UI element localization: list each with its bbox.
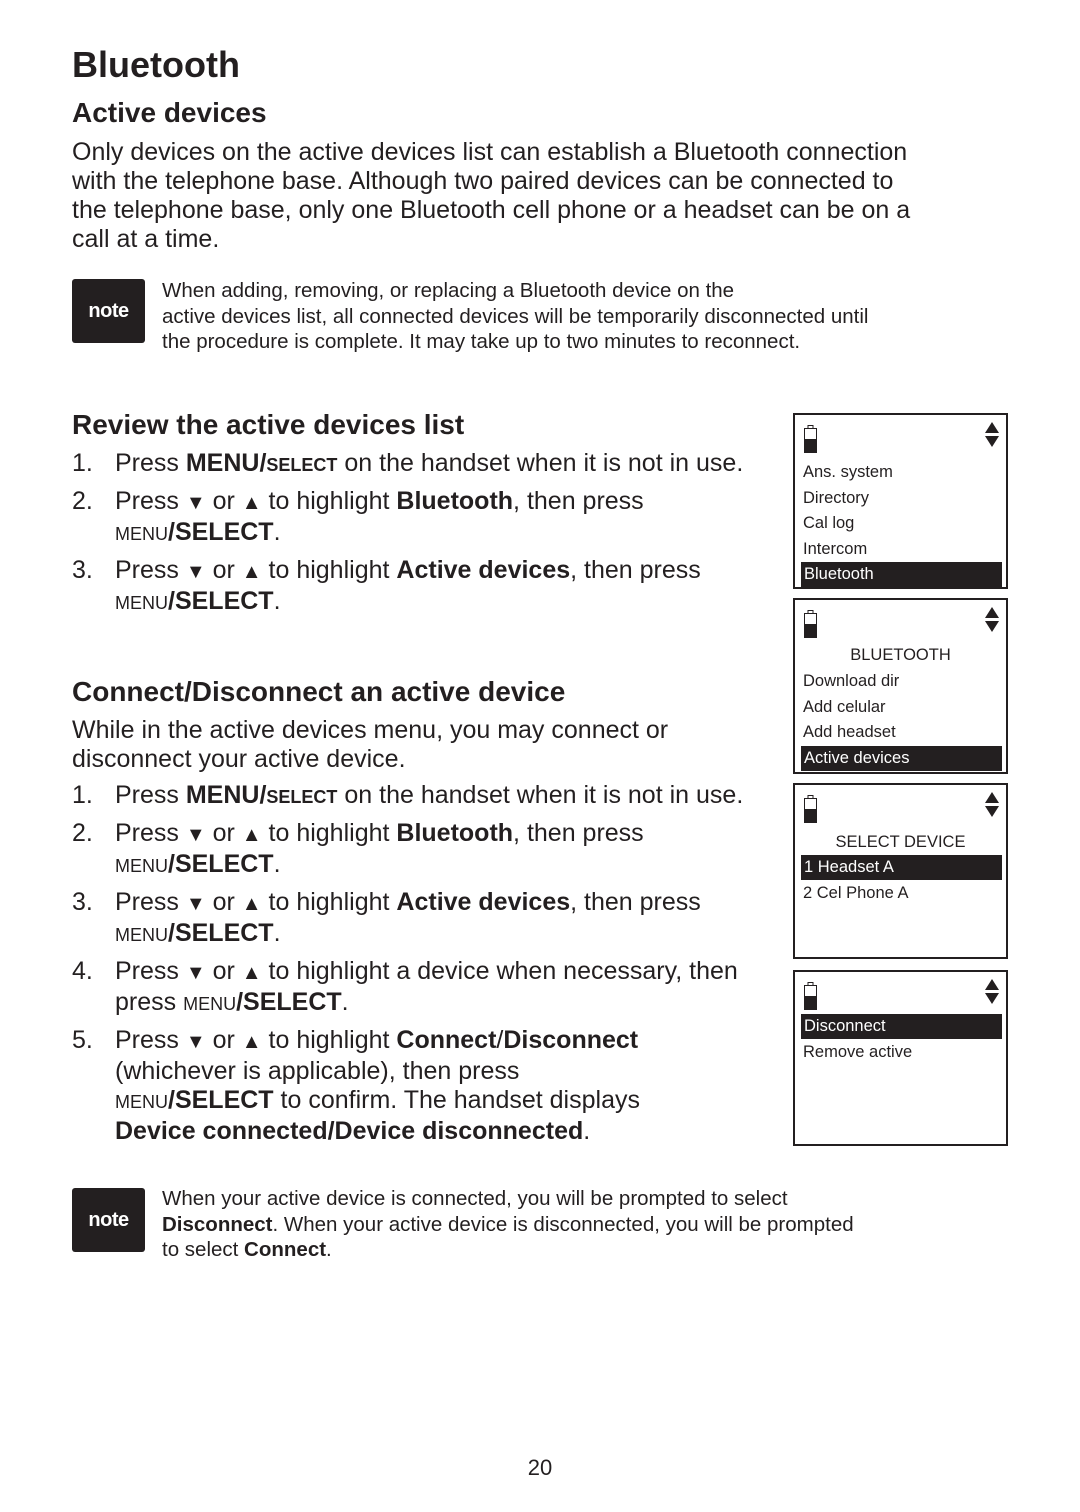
section-heading-review: Review the active devices list: [72, 409, 465, 440]
step-item: 1. Press MENU/SELECT on the handset when…: [72, 449, 762, 480]
step-number: 2.: [72, 487, 93, 515]
note-line: to select Connect.: [162, 1238, 332, 1261]
step-item: 2. Press ▼ or ▲ to highlight Bluetooth, …: [72, 819, 762, 881]
step-item: 1. Press MENU/SELECT on the handset when…: [72, 781, 762, 812]
step-number: 3.: [72, 888, 93, 916]
note-icon: note: [72, 279, 145, 343]
connect-steps: 1. Press MENU/SELECT on the handset when…: [72, 781, 762, 1153]
step-text: Press ▼ or ▲ to highlight Connect/Discon…: [115, 1026, 640, 1145]
scroll-updown-icon: [984, 606, 1000, 639]
menu-item-highlighted: Bluetooth: [801, 562, 1002, 587]
menu-item: Add headset: [803, 723, 896, 741]
menu-item: Directory: [803, 488, 870, 507]
body-line: the telephone base, only one Bluetooth c…: [72, 196, 911, 224]
step-text: Press ▼ or ▲ to highlight Bluetooth, the…: [115, 487, 644, 546]
menu-item: Remove active: [803, 1043, 913, 1061]
intro-line: disconnect your active device.: [72, 745, 406, 773]
up-arrow-icon: ▲: [241, 561, 262, 583]
body-line: with the telephone base. Although two pa…: [72, 167, 894, 195]
scroll-updown-icon: [984, 421, 1000, 454]
menu-item: Add celular: [803, 697, 886, 716]
menu-item-highlighted: Active devices: [801, 745, 1002, 771]
note-line: the procedure is complete. It may take u…: [162, 330, 801, 353]
scroll-updown-icon: [984, 791, 1000, 824]
down-arrow-icon: ▼: [185, 962, 206, 984]
up-arrow-icon: ▲: [241, 1031, 262, 1053]
note-line: When your active device is connected, yo…: [162, 1187, 788, 1210]
step-item: 2. Press ▼ or ▲ to highlight Bluetooth, …: [72, 487, 762, 549]
menu-item-highlighted: Disconnect: [801, 1014, 1002, 1039]
up-arrow-icon: ▲: [241, 824, 262, 846]
up-arrow-icon: ▲: [241, 893, 262, 915]
step-text: Press ▼ or ▲ to highlight Active devices…: [115, 888, 701, 947]
intro-line: While in the active devices menu, you ma…: [72, 716, 669, 744]
connect-intro: While in the active devices menu, you ma…: [72, 716, 668, 774]
menu-item: 2 Cel Phone A: [803, 884, 909, 902]
note-text-2: When your active device is connected, yo…: [162, 1186, 1022, 1263]
body-line: call at a time.: [72, 225, 220, 253]
down-arrow-icon: ▼: [185, 492, 206, 514]
section-heading-active-devices: Active devices: [72, 97, 267, 128]
battery-icon: [804, 425, 817, 453]
down-arrow-icon: ▼: [185, 561, 206, 583]
scroll-updown-icon: [984, 978, 1000, 1011]
step-item: 3. Press ▼ or ▲ to highlight Active devi…: [72, 888, 762, 950]
note-line: active devices list, all connected devic…: [162, 304, 869, 328]
battery-icon: [804, 610, 817, 638]
step-text: Press MENU/SELECT on the handset when it…: [115, 781, 744, 809]
step-text: Press ▼ or ▲ to highlight a device when …: [115, 957, 738, 1016]
step-item: 4. Press ▼ or ▲ to highlight a device wh…: [72, 957, 762, 1019]
screen-title: BLUETOOTH: [850, 646, 951, 664]
section-heading-connect: Connect/Disconnect an active device: [72, 676, 566, 707]
body-line: Only devices on the active devices list …: [72, 138, 908, 166]
step-number: 4.: [72, 957, 93, 985]
handset-screen: BLUETOOTH Download dir Add celular Add head…: [793, 598, 1008, 774]
note-icon: note: [72, 1188, 145, 1252]
handset-screen: Disconnect Remove active: [793, 970, 1008, 1146]
step-text: Press ▼ or ▲ to highlight Bluetooth, the…: [115, 819, 644, 878]
step-number: 2.: [72, 819, 93, 847]
up-arrow-icon: ▲: [241, 962, 262, 984]
step-number: 3.: [72, 556, 93, 584]
down-arrow-icon: ▼: [185, 893, 206, 915]
up-arrow-icon: ▲: [241, 492, 262, 514]
step-number: 1.: [72, 449, 93, 477]
note-line: Disconnect. When your active device is d…: [162, 1212, 854, 1236]
page-number: 20: [527, 1455, 553, 1480]
step-number: 5.: [72, 1026, 93, 1054]
step-text: Press MENU/SELECT on the handset when it…: [115, 449, 744, 477]
step-item: 5. Press ▼ or ▲ to highlight Connect/Dis…: [72, 1026, 762, 1146]
step-number: 1.: [72, 781, 93, 809]
active-devices-body: Only devices on the active devices list …: [72, 138, 910, 254]
down-arrow-icon: ▼: [185, 824, 206, 846]
step-item: 3. Press ▼ or ▲ to highlight Active devi…: [72, 556, 762, 618]
handset-screen: SELECT DEVICE 1 Headset A 2 Cel Phone A: [793, 783, 1008, 959]
battery-icon: [804, 982, 817, 1010]
menu-item-highlighted: 1 Headset A: [801, 855, 1002, 880]
battery-icon: [804, 795, 817, 823]
handset-screen: Ans. system Directory Cal log Intercom Bluet…: [793, 413, 1008, 589]
note-text-1: When adding, removing, or replacing a Bl…: [162, 278, 1022, 355]
review-steps: 1. Press MENU/SELECT on the handset when…: [72, 449, 762, 625]
page-title: Bluetooth: [72, 44, 240, 85]
menu-item: Download dir: [803, 672, 900, 690]
menu-item: Intercom: [803, 539, 868, 558]
step-text: Press ▼ or ▲ to highlight Active devices…: [115, 556, 701, 615]
screen-title: SELECT DEVICE: [835, 833, 966, 851]
note-line: When adding, removing, or replacing a Bl…: [162, 279, 735, 302]
menu-item: Cal log: [803, 514, 855, 532]
menu-item: Ans. system: [803, 463, 893, 481]
down-arrow-icon: ▼: [185, 1031, 206, 1053]
